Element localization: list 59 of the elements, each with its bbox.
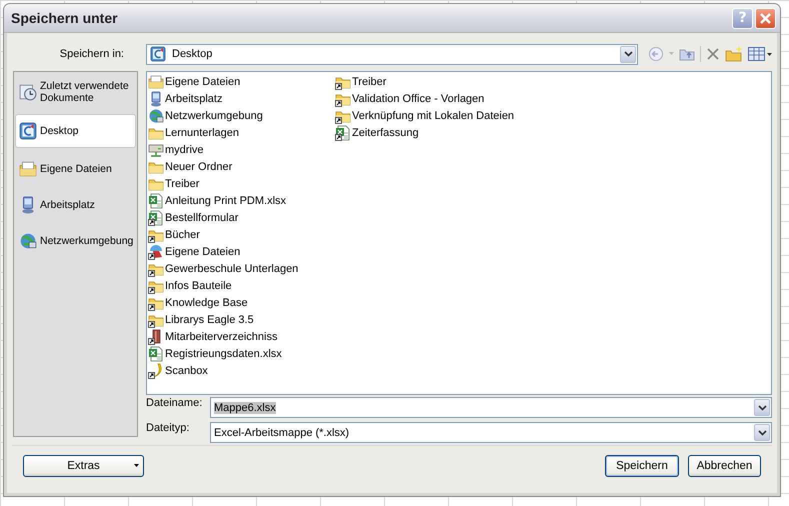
dropdown-button[interactable] <box>754 399 770 416</box>
documents-folder-icon <box>19 160 37 178</box>
file-item[interactable]: Mitarbeiterverzeichniss <box>148 328 335 345</box>
places-item[interactable]: Netzwerkumgebung <box>15 226 136 256</box>
close-icon <box>759 12 772 24</box>
save-button[interactable]: Speichern <box>605 455 679 477</box>
file-name-label: Dateiname: <box>146 397 204 409</box>
computer-icon <box>148 90 164 106</box>
file-item[interactable]: Gewerbeschule Unterlagen <box>148 260 335 277</box>
file-item[interactable]: Eigene Dateien <box>148 243 335 260</box>
file-item[interactable]: mydrive <box>148 141 335 158</box>
file-item[interactable]: Knowledge Base <box>148 294 335 311</box>
network-globe-icon <box>148 108 164 124</box>
window-title: Speichern unter <box>11 10 119 26</box>
file-item[interactable]: Librarys Eagle 3.5 <box>148 311 335 328</box>
folder-up-icon[interactable] <box>679 47 695 61</box>
file-item[interactable]: Netzwerkumgebung <box>148 107 335 124</box>
dropdown-button[interactable] <box>754 424 770 441</box>
file-item[interactable]: Verknüpfung mit Lokalen Dateien <box>335 107 522 124</box>
file-item[interactable]: Treiber <box>148 175 335 192</box>
file-item[interactable]: Eigene Dateien <box>148 73 335 90</box>
places-item[interactable]: Eigene Dateien <box>15 154 136 184</box>
delete-icon[interactable] <box>706 47 720 61</box>
file-item[interactable]: Bestellformular <box>148 209 335 226</box>
file-item[interactable]: Arbeitsplatz <box>148 90 335 107</box>
file-item[interactable]: Validation Office - Vorlagen <box>335 90 522 107</box>
save-in-dropdown[interactable]: Desktop <box>146 44 638 64</box>
recent-documents-icon <box>19 83 37 101</box>
cancel-button[interactable]: Abbrechen <box>688 455 761 477</box>
caret-icon <box>624 51 632 57</box>
caret-icon <box>134 464 139 468</box>
file-item[interactable]: Anleitung Print PDM.xlsx <box>148 192 335 209</box>
desktop-icon <box>19 122 37 140</box>
file-type-dropdown[interactable]: Excel-Arbeitsmappe (*.xlsx) <box>210 422 772 443</box>
caret-icon <box>758 404 766 410</box>
views-menu-icon[interactable] <box>748 47 772 61</box>
file-item[interactable]: Scanbox <box>148 362 335 379</box>
dropdown-button[interactable] <box>620 46 636 62</box>
tools-button[interactable]: Extras <box>23 455 144 477</box>
file-name-field[interactable]: Mappe6.xlsx <box>210 397 772 418</box>
places-item[interactable]: Arbeitsplatz <box>15 190 136 220</box>
file-item[interactable]: Bücher <box>148 226 335 243</box>
file-item[interactable]: Treiber <box>335 73 522 90</box>
places-item[interactable]: Desktop <box>15 114 136 148</box>
desktop-icon <box>150 46 166 62</box>
file-item[interactable]: Lernunterlagen <box>148 124 335 141</box>
caret-icon <box>758 430 766 436</box>
places-item[interactable]: Zuletzt verwendete Dokumente <box>15 76 136 108</box>
network-globe-icon <box>19 232 37 250</box>
spreadsheet-shortcut-icon <box>335 124 351 140</box>
network-drive-icon <box>148 142 164 158</box>
file-item[interactable]: Infos Bauteile <box>148 277 335 294</box>
file-item[interactable]: Registrieungsdaten.xlsx <box>148 345 335 362</box>
save-in-label: Speichern in: <box>60 48 124 60</box>
file-type-label: Dateityp: <box>146 422 190 434</box>
close-button[interactable] <box>755 8 776 28</box>
file-item[interactable]: Zeiterfassung <box>335 124 522 141</box>
new-folder-icon[interactable] <box>725 46 743 62</box>
file-item[interactable]: Neuer Ordner <box>148 158 335 175</box>
